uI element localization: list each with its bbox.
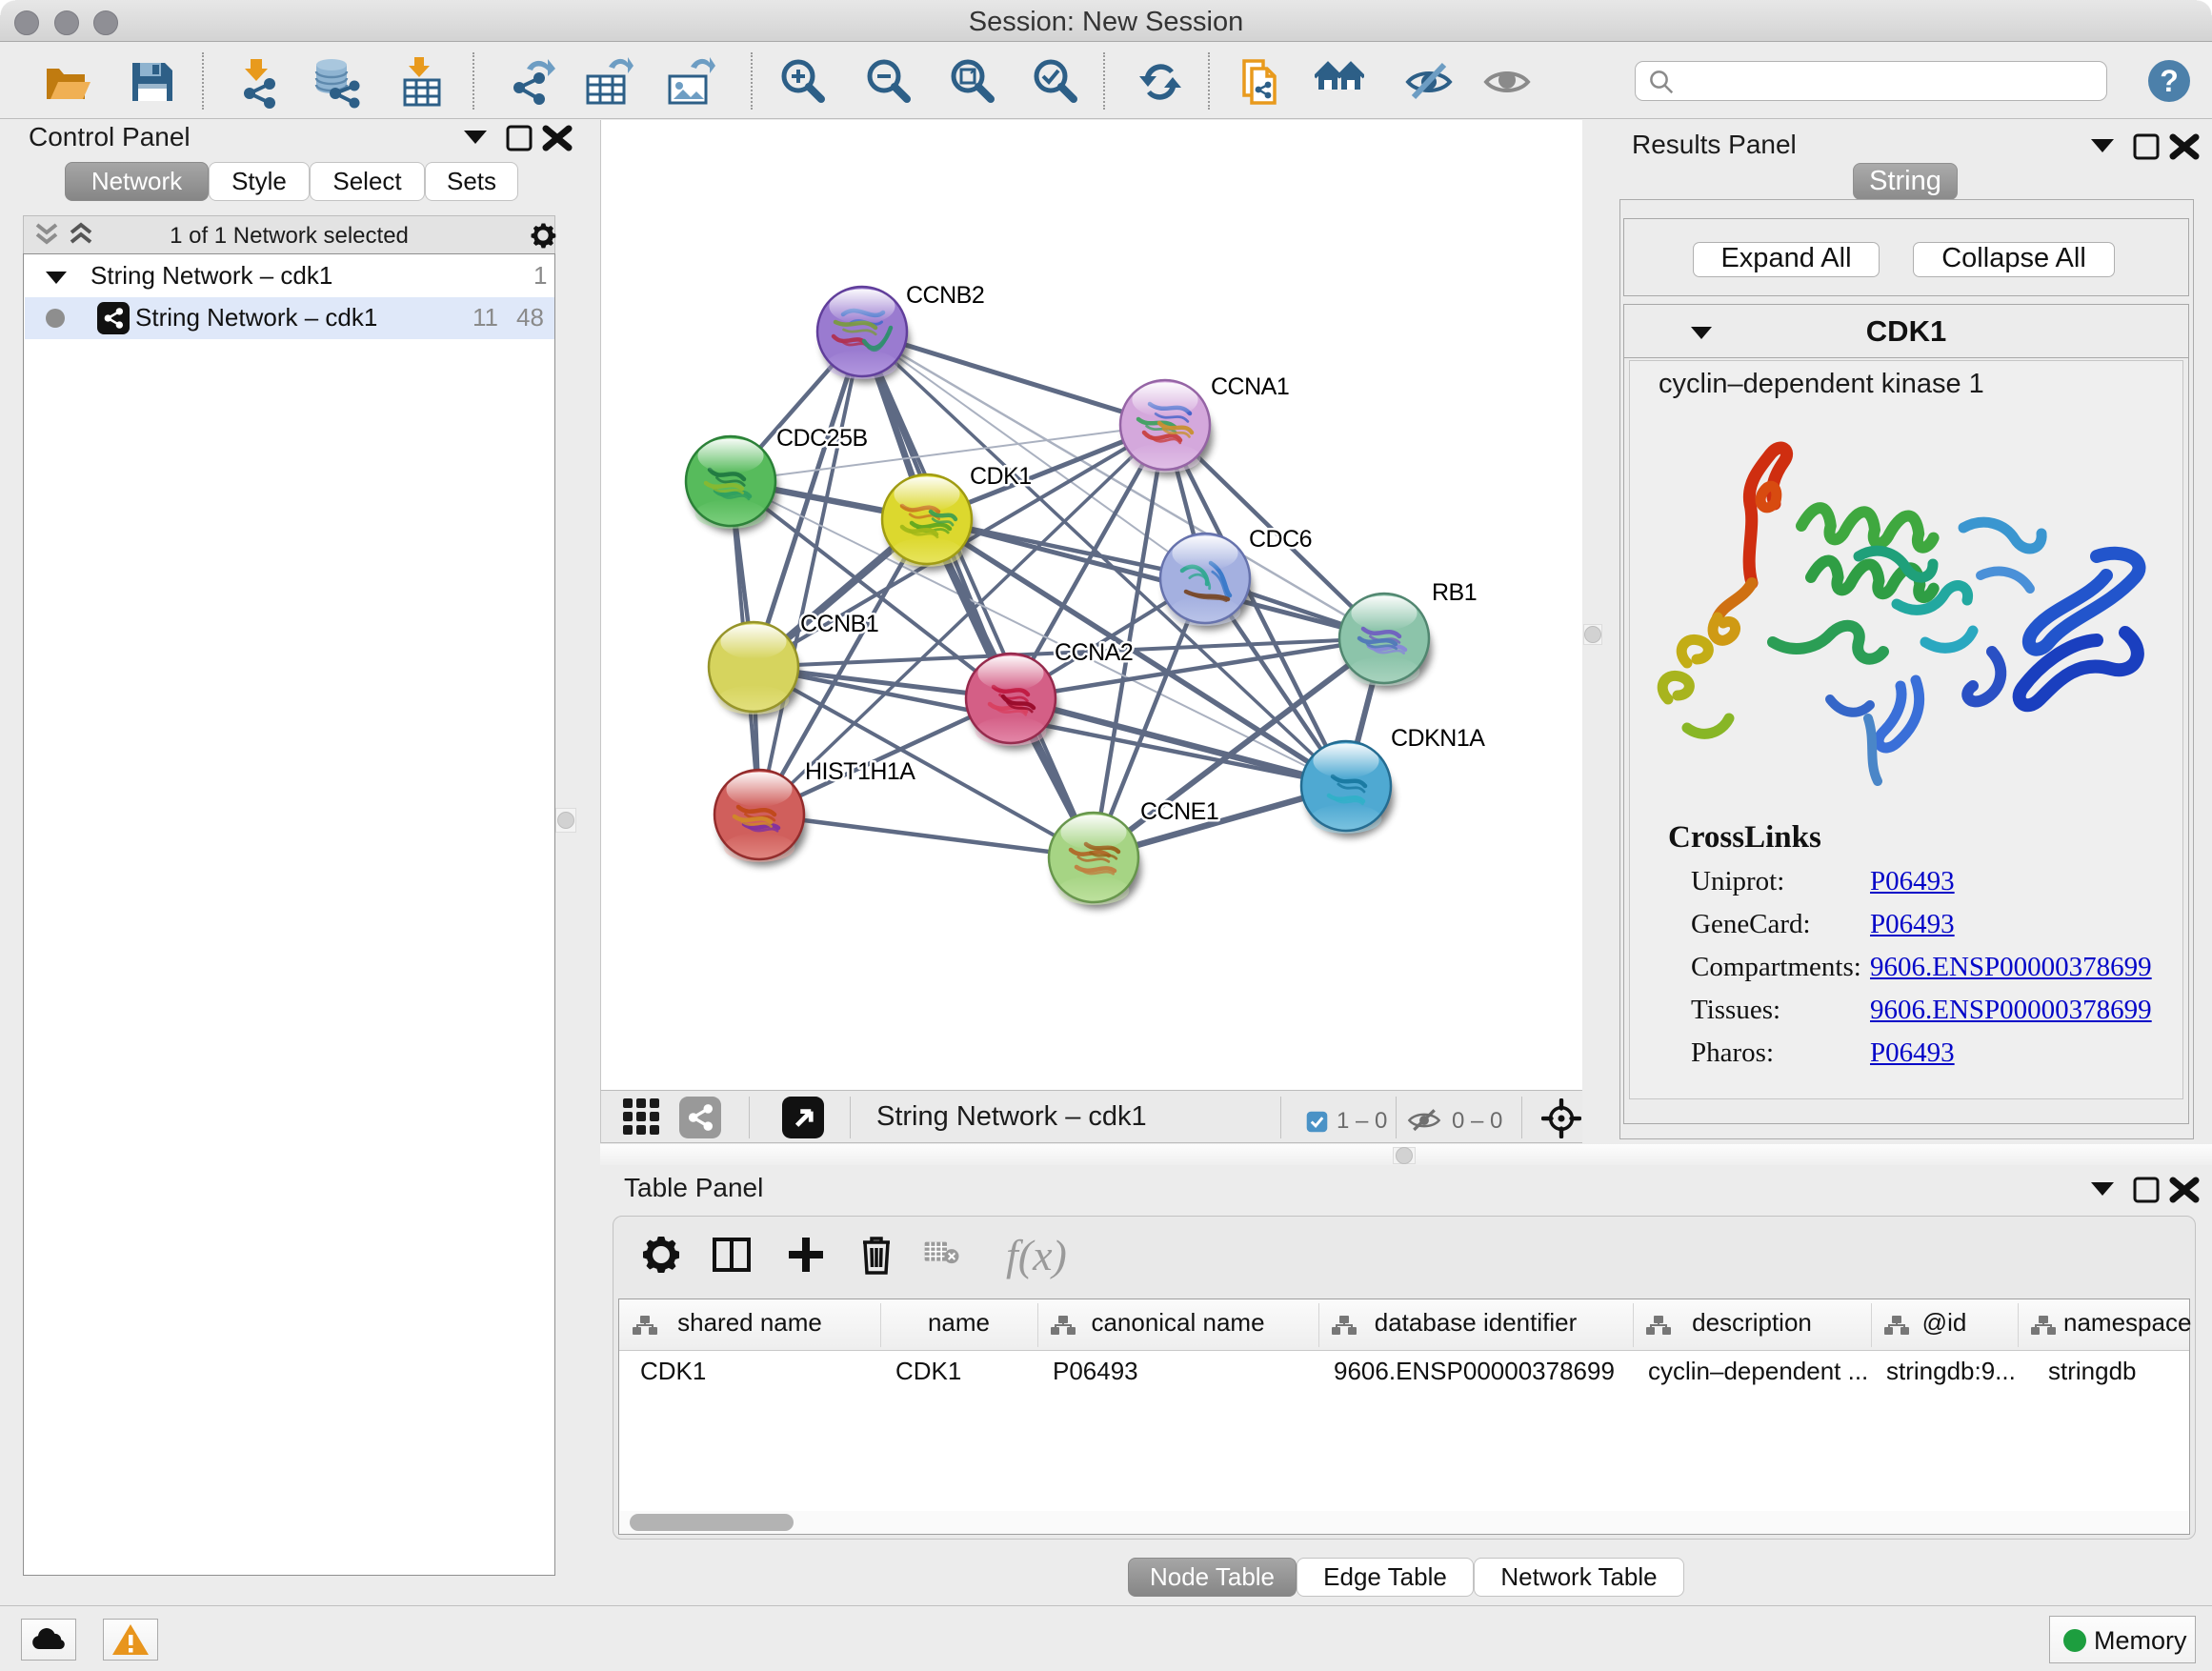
svg-text:CCNB2: CCNB2: [906, 282, 984, 309]
svg-text:CDC25B: CDC25B: [776, 425, 868, 452]
svg-text:RB1: RB1: [1432, 579, 1477, 606]
svg-text:CCNE1: CCNE1: [1140, 798, 1218, 825]
svg-text:CCNA1: CCNA1: [1211, 373, 1289, 400]
svg-text:CDKN1A: CDKN1A: [1391, 725, 1485, 752]
svg-text:CCNA2: CCNA2: [1055, 639, 1133, 666]
svg-text:CDK1: CDK1: [970, 463, 1032, 490]
svg-text:CCNB1: CCNB1: [800, 611, 878, 637]
svg-text:CDC6: CDC6: [1249, 526, 1312, 553]
svg-text:HIST1H1A: HIST1H1A: [805, 758, 915, 785]
